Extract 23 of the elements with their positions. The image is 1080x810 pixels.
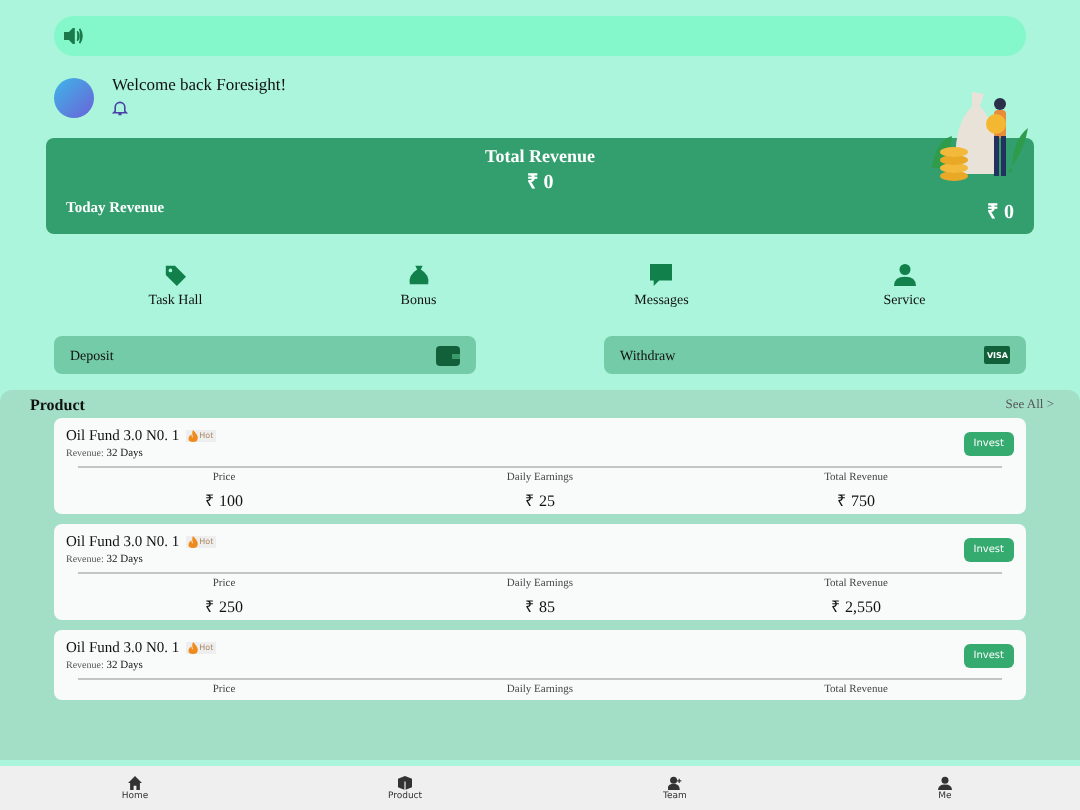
avatar-logo bbox=[54, 78, 94, 118]
total-revenue-label: Total Revenue bbox=[485, 146, 595, 166]
total-revenue-value: ₹ 0 bbox=[526, 170, 554, 194]
wallet-icon bbox=[436, 345, 460, 365]
section-title: Product bbox=[30, 396, 85, 414]
tag-icon bbox=[164, 264, 187, 286]
person-icon bbox=[938, 775, 952, 789]
stat-value: ₹ 25 bbox=[525, 490, 555, 510]
welcome-text: Welcome back Foresight! bbox=[112, 74, 287, 94]
person-icon bbox=[893, 264, 916, 286]
add-person-icon bbox=[668, 775, 682, 789]
money-bag-icon bbox=[407, 264, 430, 286]
chat-icon bbox=[650, 264, 673, 286]
today-revenue-value: ₹ 0 bbox=[987, 200, 1014, 224]
speaker-icon bbox=[64, 28, 84, 44]
stat-value: ₹ 250 bbox=[205, 596, 243, 616]
bell-icon[interactable] bbox=[112, 100, 128, 116]
box-icon bbox=[398, 775, 412, 789]
stat-value: ₹ 750 bbox=[837, 490, 875, 510]
home-icon bbox=[128, 775, 142, 789]
stat-value: ₹ 85 bbox=[525, 596, 555, 616]
stat-value: ₹ 100 bbox=[205, 490, 243, 510]
stat-value: ₹ 2,550 bbox=[831, 596, 881, 616]
